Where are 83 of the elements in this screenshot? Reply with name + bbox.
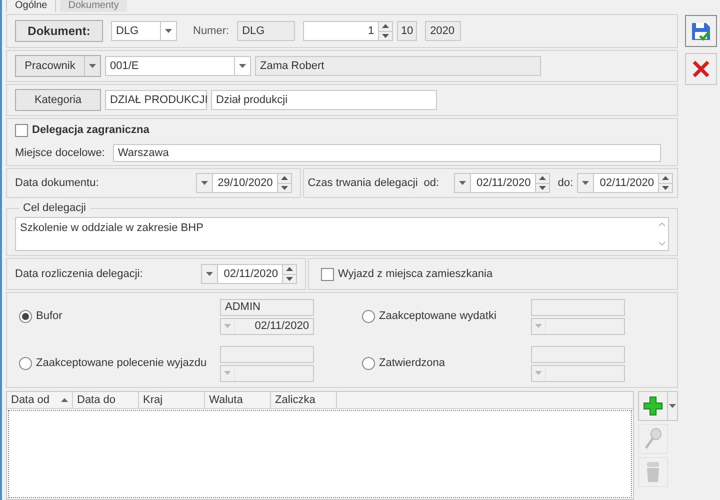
radio-button[interactable] <box>19 357 32 370</box>
caret-icon <box>669 404 676 408</box>
down-arrow-icon <box>538 186 546 190</box>
document-button[interactable]: Dokument: <box>15 20 103 42</box>
caret-icon <box>582 181 589 185</box>
year-field: 2020 <box>425 21 462 41</box>
caret-icon <box>224 371 231 375</box>
spin-buttons[interactable] <box>276 174 291 192</box>
checkbox-label: Delegacja zagraniczna <box>32 123 150 138</box>
up-arrow-icon <box>662 176 669 180</box>
column-header[interactable]: Data do <box>73 392 139 408</box>
column-header[interactable]: Waluta <box>205 392 271 408</box>
column-header[interactable]: Kraj <box>139 392 205 408</box>
caret-icon <box>239 64 246 68</box>
up-arrow-icon <box>382 24 390 28</box>
document-type-combo[interactable]: DLG <box>111 21 177 41</box>
down-arrow-icon <box>662 186 669 190</box>
date-field[interactable]: 29/10/2020 <box>196 173 292 193</box>
sort-ascending-icon <box>61 398 68 402</box>
employee-code-combo[interactable]: 001/E <box>105 56 251 76</box>
magnifier-icon <box>644 428 662 450</box>
up-arrow-icon <box>538 176 546 180</box>
from-label: od: <box>424 176 440 191</box>
radio-label: Zaakceptowane polecenie wyjazdu <box>36 356 207 372</box>
date-field[interactable]: 02/11/2020 <box>454 173 550 193</box>
down-arrow-icon <box>280 186 288 190</box>
category-description-field[interactable]: Dział produkcji <box>211 90 437 110</box>
month-field: 10 <box>397 21 418 41</box>
radio-label: Bufor <box>36 309 62 324</box>
purpose-legend: Cel delegacji <box>19 200 90 216</box>
date-field: 02/11/2020 <box>220 318 314 334</box>
checkbox[interactable] <box>321 268 334 280</box>
column-header[interactable]: Data od <box>7 392 73 408</box>
down-arrow-icon <box>382 34 390 38</box>
save-button[interactable] <box>685 15 717 47</box>
down-arrow-icon <box>286 276 293 281</box>
radio-label: Zaakceptowane wydatki <box>379 309 496 324</box>
caret-icon <box>206 272 213 276</box>
category-code-combo[interactable]: DZIAŁ PRODUKCJI <box>105 90 207 110</box>
dropdown-button[interactable] <box>668 391 678 421</box>
radio-button[interactable] <box>362 357 375 370</box>
caret-icon <box>535 371 542 375</box>
spin-buttons[interactable] <box>534 174 549 192</box>
purpose-text-area[interactable]: Szkolenie w oddziale w zakresie BHP <box>15 216 669 250</box>
date-field[interactable]: 02/11/2020 <box>201 264 297 284</box>
employee-button[interactable]: Pracownik <box>15 55 101 77</box>
date-field[interactable]: 02/11/2020 <box>577 173 673 193</box>
destination-label: Miejsce docelowe: <box>15 146 105 160</box>
add-button[interactable] <box>638 391 668 421</box>
caret-icon <box>200 181 208 185</box>
spin-buttons[interactable] <box>658 174 672 192</box>
checkbox-label: Wyjazd z miejsca zamieszkania <box>338 266 493 282</box>
column-header[interactable]: Zaliczka <box>271 392 337 408</box>
caret-icon <box>535 324 542 328</box>
caret-icon <box>224 324 231 328</box>
duration-label: Czas trwania delegacji <box>308 176 419 191</box>
number-field[interactable]: 1 <box>303 21 394 41</box>
cancel-button[interactable] <box>685 53 717 85</box>
tab[interactable]: Ogólne <box>6 0 56 12</box>
tab[interactable]: Dokumenty <box>60 0 127 12</box>
plus-icon <box>643 396 663 416</box>
document-date-label: Data dokumentu: <box>15 176 99 191</box>
spin-buttons[interactable] <box>282 265 296 283</box>
close-icon <box>691 59 711 79</box>
employee-name-field: Zama Robert <box>255 56 541 76</box>
to-label: do: <box>558 176 573 191</box>
category-button[interactable]: Kategoria <box>15 89 101 111</box>
caret-icon <box>458 181 466 185</box>
number-label: Numer: <box>193 24 230 39</box>
trash-can-icon <box>645 461 661 483</box>
radio-button[interactable] <box>362 310 375 323</box>
caret-icon <box>165 29 172 33</box>
up-arrow-icon <box>286 267 293 272</box>
radio-label: Zatwierdzona <box>379 356 446 372</box>
destination-field[interactable]: Warszawa <box>112 144 661 162</box>
settlement-date-label: Data rozliczenia delegacji: <box>15 266 143 282</box>
up-arrow-icon <box>280 176 288 180</box>
spin-buttons[interactable] <box>378 22 392 40</box>
radio-button[interactable] <box>19 310 32 323</box>
user-field: ADMIN <box>220 298 314 316</box>
caret-icon <box>89 64 96 68</box>
number-prefix-field: DLG <box>237 21 296 41</box>
checkbox[interactable] <box>15 124 28 137</box>
